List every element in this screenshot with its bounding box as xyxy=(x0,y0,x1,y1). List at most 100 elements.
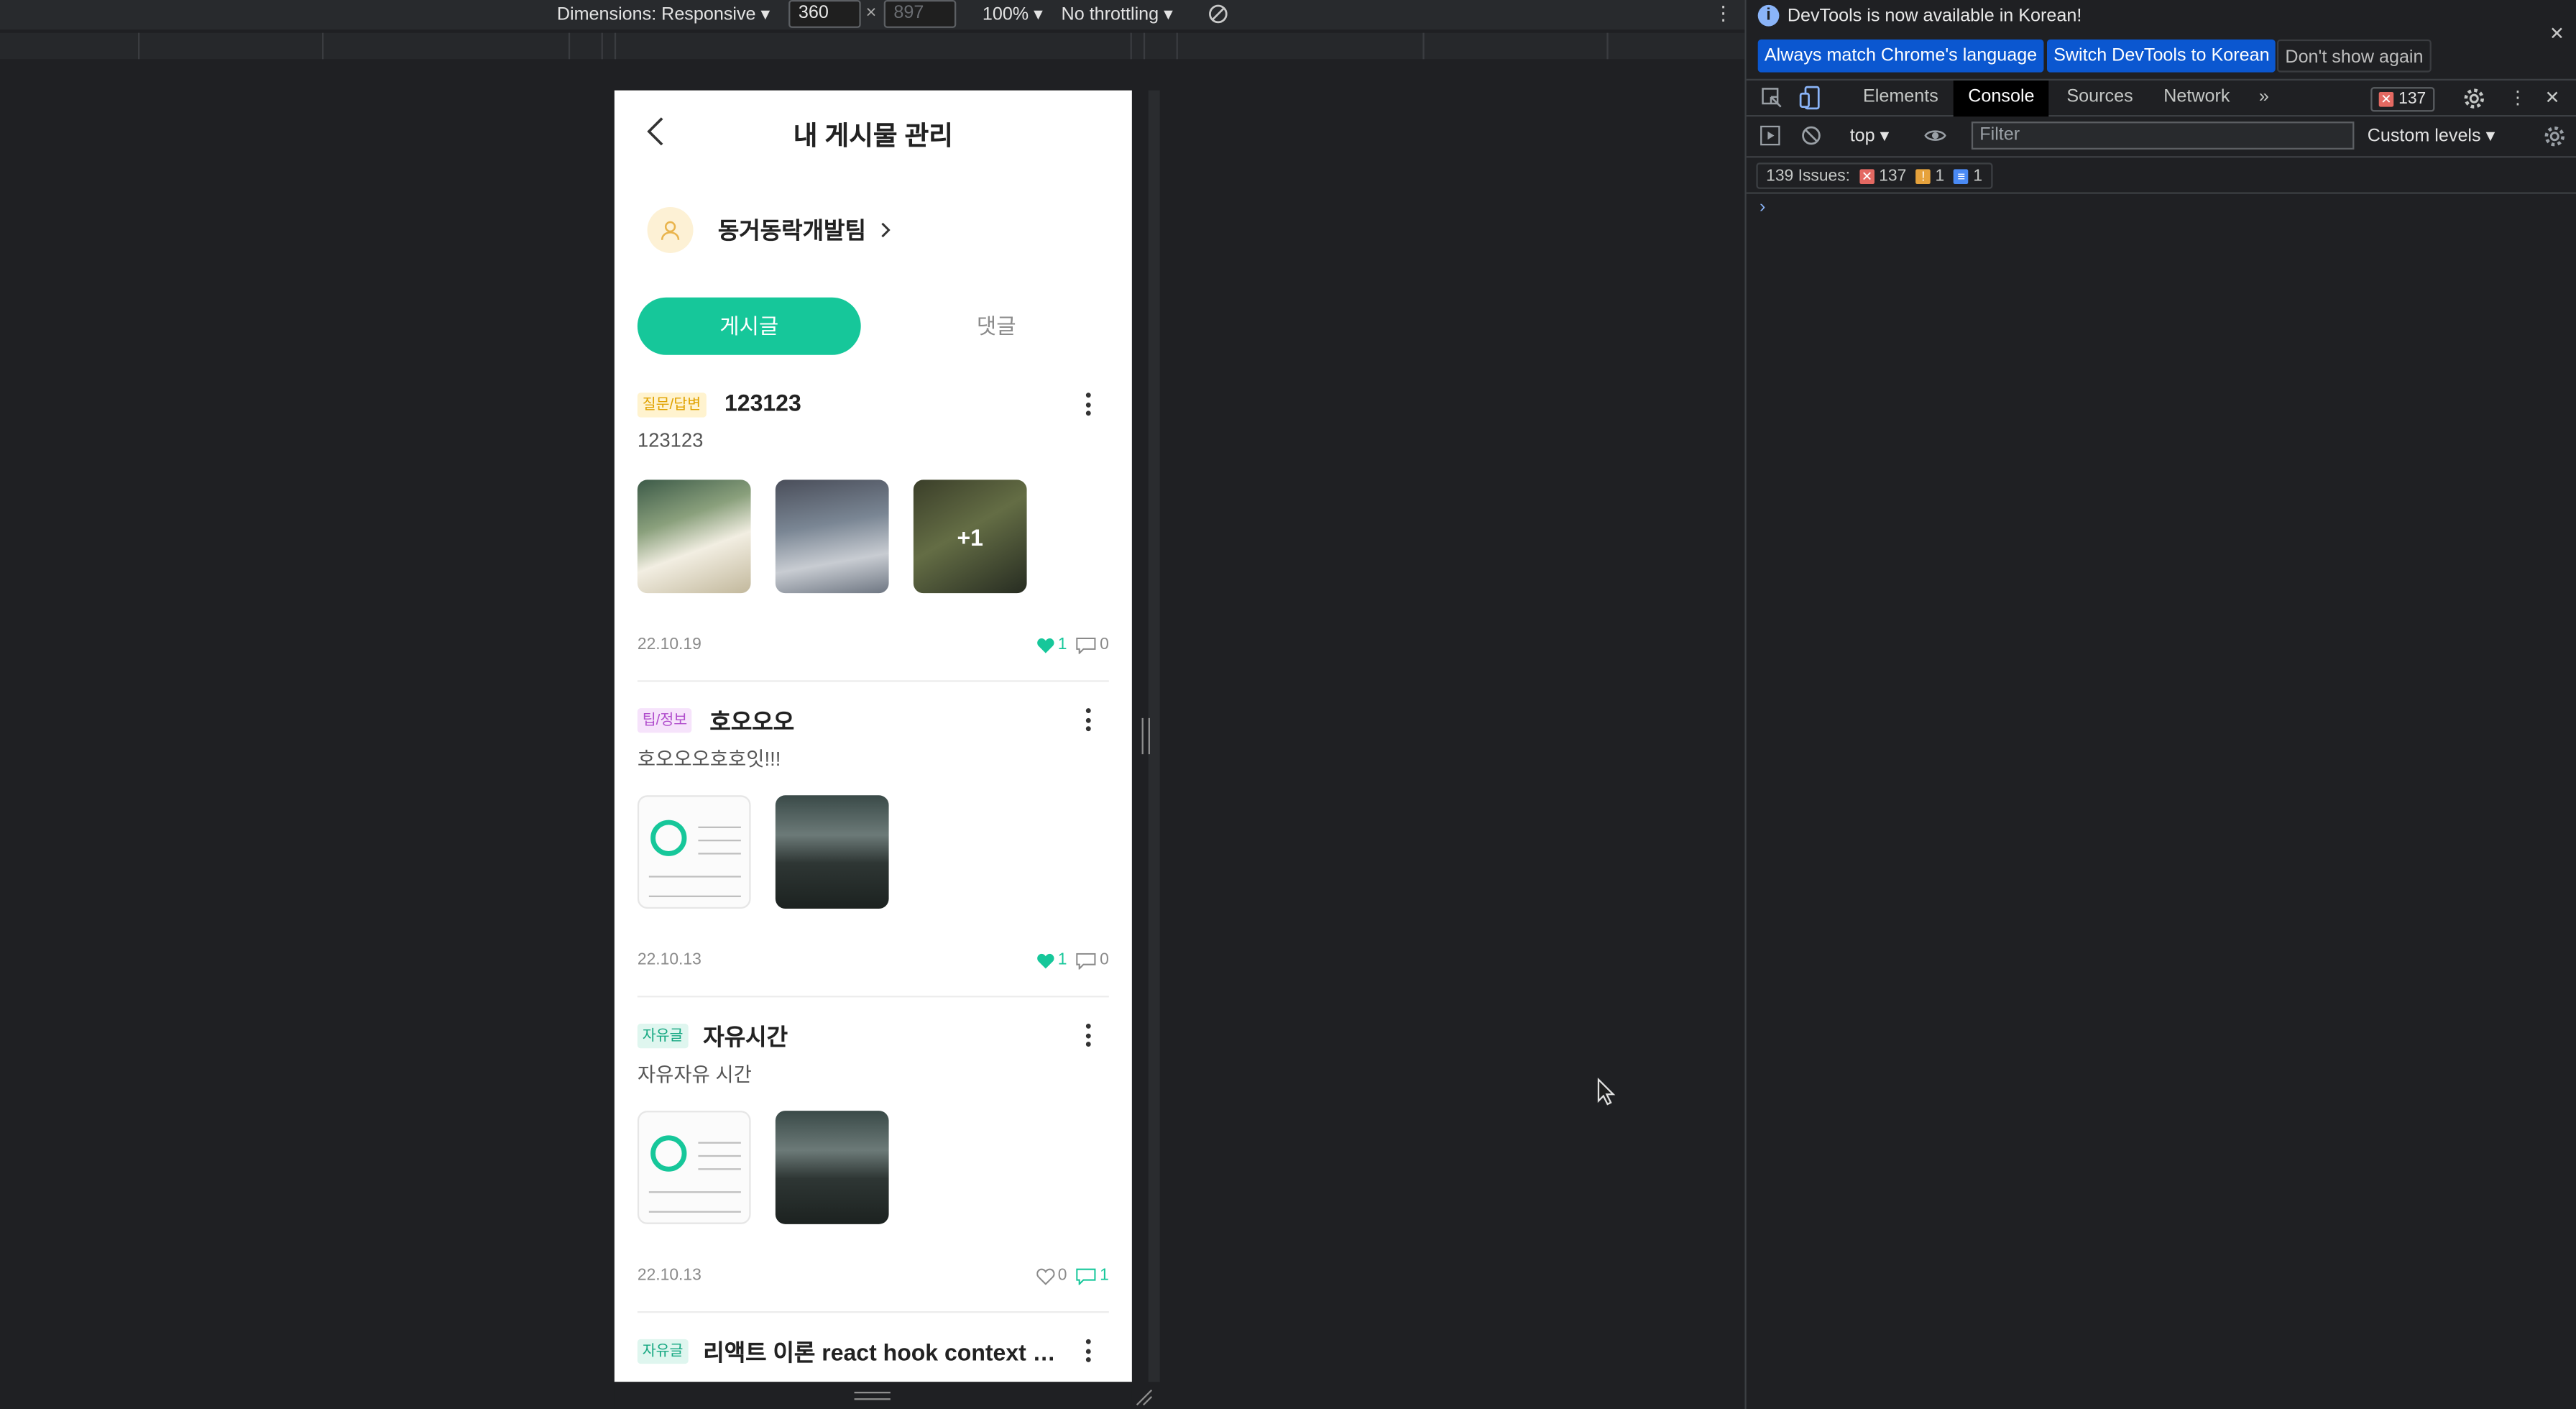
team-profile-link[interactable]: 동거동락개발팀 xyxy=(647,206,893,255)
zoom-select[interactable]: 100% ▾ xyxy=(983,4,1043,25)
corner-resize-icon[interactable] xyxy=(1133,1387,1153,1406)
error-icon: ✕ xyxy=(1859,169,1874,184)
close-icon[interactable]: ✕ xyxy=(2549,23,2564,44)
eye-icon[interactable] xyxy=(1924,127,1947,144)
comment-count: 1 xyxy=(1077,1267,1109,1285)
throttling-select[interactable]: No throttling ▾ xyxy=(1062,4,1173,25)
like-count-value: 1 xyxy=(1057,635,1067,654)
settings-gear-icon[interactable] xyxy=(2462,87,2485,110)
bottom-resize-handle[interactable] xyxy=(854,1391,891,1400)
rotate-icon[interactable] xyxy=(1208,4,1229,25)
dimensions-select[interactable]: Dimensions: Responsive ▾ xyxy=(557,4,770,25)
error-count-badge[interactable]: ✕ 137 xyxy=(2370,87,2434,112)
heart-outline-icon xyxy=(1036,1267,1055,1285)
more-options-icon[interactable] xyxy=(1085,393,1092,419)
tab-console[interactable]: Console xyxy=(1968,87,2034,106)
post-body: 123123 xyxy=(637,428,704,452)
devtools-tabbar: Elements Console Sources Network » ✕ 137 … xyxy=(1746,78,2576,117)
post-image[interactable] xyxy=(637,795,751,909)
post-image[interactable] xyxy=(775,795,889,909)
info-icon: i xyxy=(1757,4,1780,27)
user-icon xyxy=(661,221,680,240)
console-prompt[interactable]: › xyxy=(1760,197,1765,216)
media-query-ruler xyxy=(0,32,1745,60)
post-stats: 1 0 xyxy=(1026,636,1109,654)
post-image[interactable] xyxy=(775,479,889,594)
more-options-icon[interactable] xyxy=(1085,708,1092,735)
error-icon: ✕ xyxy=(2378,91,2394,107)
post-title: 호오오오 xyxy=(709,708,795,735)
mouse-cursor-icon xyxy=(1597,1078,1616,1106)
image-thumbnails xyxy=(637,1111,914,1224)
post-item[interactable]: 자유글 리액트 이론 react hook context ap… xyxy=(637,1336,1109,1382)
devtools-panel: i DevTools is now available in Korean! ✕… xyxy=(1744,0,2576,1409)
device-toggle-icon[interactable] xyxy=(1799,86,1822,110)
post-title: 123123 xyxy=(724,389,801,416)
post-item[interactable]: 자유글 자유시간 자유자유 시간 22.10.13 0 1 xyxy=(637,1020,1109,1313)
post-image[interactable] xyxy=(637,1111,751,1224)
switch-language-button[interactable]: Switch DevTools to Korean xyxy=(2046,39,2276,73)
dont-show-again-button[interactable]: Don't show again xyxy=(2276,39,2432,73)
infobar-message: DevTools is now available in Korean! xyxy=(1787,6,2082,27)
dimensions-label: Dimensions: Responsive xyxy=(556,4,756,25)
warning-icon: ! xyxy=(1915,169,1931,184)
tab-sources[interactable]: Sources xyxy=(2066,87,2133,106)
clear-console-icon[interactable] xyxy=(1800,125,1822,147)
post-item[interactable]: 질문/답변 123123 123123 +1 22.10.19 1 0 xyxy=(637,389,1109,682)
issues-info-count: 1 xyxy=(1973,167,1983,186)
device-toolbar: Dimensions: Responsive ▾ 360 × 897 100% … xyxy=(0,0,1745,30)
post-image[interactable] xyxy=(775,1111,889,1224)
width-input[interactable]: 360 xyxy=(788,0,861,28)
page-title: 내 게시물 관리 xyxy=(793,123,953,152)
avatar xyxy=(647,206,694,253)
category-badge: 팁/정보 xyxy=(637,708,693,733)
issues-button[interactable]: 139 Issues: ✕ 137 ! 1 ≡ 1 xyxy=(1756,162,1992,189)
comment-count-value: 0 xyxy=(1100,635,1109,654)
comment-count: 0 xyxy=(1077,636,1109,654)
right-resize-handle[interactable] xyxy=(1141,717,1150,755)
app-header: 내 게시물 관리 xyxy=(615,91,1132,173)
context-select[interactable]: top ▾ xyxy=(1850,125,1890,146)
device-more-icon[interactable]: ⋮ xyxy=(1714,1,1733,24)
team-name: 동거동락개발팀 xyxy=(717,216,866,244)
filter-input[interactable]: Filter xyxy=(1971,121,2355,150)
tab-posts[interactable]: 게시글 xyxy=(637,297,861,355)
zoom-label: 100% xyxy=(982,4,1029,25)
more-options-icon[interactable] xyxy=(1085,1339,1092,1366)
tab-comments[interactable]: 댓글 xyxy=(884,298,1109,355)
heart-filled-icon xyxy=(1036,637,1054,653)
post-stats: 0 1 xyxy=(1026,1267,1109,1285)
device-emulation-area: Dimensions: Responsive ▾ 360 × 897 100% … xyxy=(0,0,1745,1409)
post-image-more[interactable]: +1 xyxy=(913,479,1027,594)
like-count: 0 xyxy=(1036,1267,1067,1285)
post-date: 22.10.13 xyxy=(637,1267,702,1285)
post-item[interactable]: 팁/정보 호오오오 호오오오호호잇!!! 22.10.13 1 0 xyxy=(637,705,1109,998)
more-options-icon[interactable] xyxy=(1085,1023,1092,1050)
category-badge: 자유글 xyxy=(637,1023,689,1049)
match-language-button[interactable]: Always match Chrome's language xyxy=(1757,39,2044,73)
log-levels-select[interactable]: Custom levels ▾ xyxy=(2367,125,2495,147)
height-input[interactable]: 897 xyxy=(883,0,957,28)
customize-menu-icon[interactable]: ⋮ xyxy=(2508,87,2526,108)
inspect-element-icon[interactable] xyxy=(1761,87,1784,110)
chevron-right-icon xyxy=(881,222,891,238)
viewport-scrollbar[interactable] xyxy=(1148,90,1160,1382)
tab-elements[interactable]: Elements xyxy=(1863,87,1938,106)
sidebar-toggle-icon[interactable] xyxy=(1760,125,1781,147)
comment-icon xyxy=(1077,636,1097,653)
comment-count-value: 1 xyxy=(1100,1267,1109,1285)
post-title: 자유시간 xyxy=(703,1023,788,1050)
divider xyxy=(637,996,1109,998)
extra-images-count: +1 xyxy=(913,479,1027,594)
close-devtools-icon[interactable]: ✕ xyxy=(2545,87,2560,108)
post-image[interactable] xyxy=(637,479,751,594)
mobile-viewport: 내 게시물 관리 동거동락개발팀 게시글 댓글 질문/답변 123123 123… xyxy=(614,90,1132,1382)
like-count-value: 0 xyxy=(1057,1267,1067,1285)
divider xyxy=(637,680,1109,682)
levels-label: Custom levels xyxy=(2367,126,2481,147)
like-count: 1 xyxy=(1036,636,1067,654)
more-tabs-icon[interactable]: » xyxy=(2259,87,2269,106)
issues-errors-count: 137 xyxy=(1879,167,1907,186)
console-settings-icon[interactable] xyxy=(2543,125,2566,148)
tab-network[interactable]: Network xyxy=(2163,87,2230,106)
